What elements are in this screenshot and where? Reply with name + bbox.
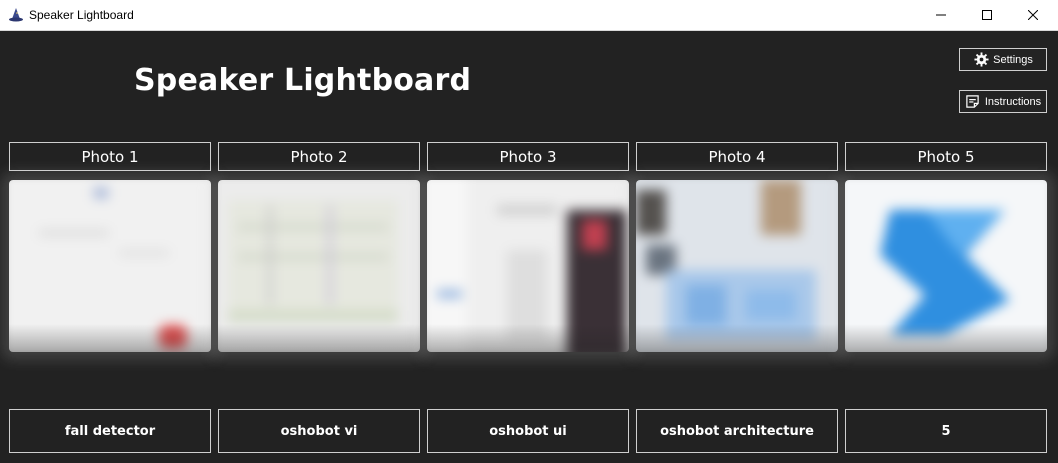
instructions-button[interactable]: Instructions: [959, 90, 1047, 113]
photo-3-thumbnail[interactable]: [427, 180, 629, 352]
photo-5-thumbnail[interactable]: [845, 180, 1047, 352]
gear-icon: [973, 52, 989, 68]
photo-4-name-button[interactable]: oshobot architecture: [636, 409, 838, 453]
lightboard-client-area: Speaker Lightboard Settings Instructions…: [0, 31, 1058, 463]
app-heading: Speaker Lightboard: [134, 63, 472, 98]
photo-1-header-button[interactable]: Photo 1: [9, 142, 211, 171]
photo-2-name-button[interactable]: oshobot vi: [218, 409, 420, 453]
photo-3-name-button[interactable]: oshobot ui: [427, 409, 629, 453]
window-title: Speaker Lightboard: [29, 8, 134, 22]
note-icon: [965, 94, 981, 110]
settings-button[interactable]: Settings: [959, 48, 1047, 71]
close-button[interactable]: [1010, 0, 1056, 30]
photo-2-header-button[interactable]: Photo 2: [218, 142, 420, 171]
photo-1-name-button[interactable]: fall detector: [9, 409, 211, 453]
photo-4-header-button[interactable]: Photo 4: [636, 142, 838, 171]
minimize-button[interactable]: [918, 0, 964, 30]
photo-3-header-button[interactable]: Photo 3: [427, 142, 629, 171]
maximize-icon: [982, 10, 992, 20]
photo-5-name-button[interactable]: 5: [845, 409, 1047, 453]
settings-label: Settings: [993, 53, 1033, 66]
title-bar[interactable]: Speaker Lightboard: [0, 0, 1058, 31]
wizard-hat-icon: [8, 7, 24, 23]
photo-4-thumbnail[interactable]: [636, 180, 838, 352]
maximize-button[interactable]: [964, 0, 1010, 30]
close-icon: [1028, 10, 1038, 20]
photo-2-thumbnail[interactable]: [218, 180, 420, 352]
minimize-icon: [936, 14, 946, 16]
photo-1-thumbnail[interactable]: [9, 180, 211, 352]
photo-5-header-button[interactable]: Photo 5: [845, 142, 1047, 171]
instructions-label: Instructions: [984, 95, 1042, 108]
